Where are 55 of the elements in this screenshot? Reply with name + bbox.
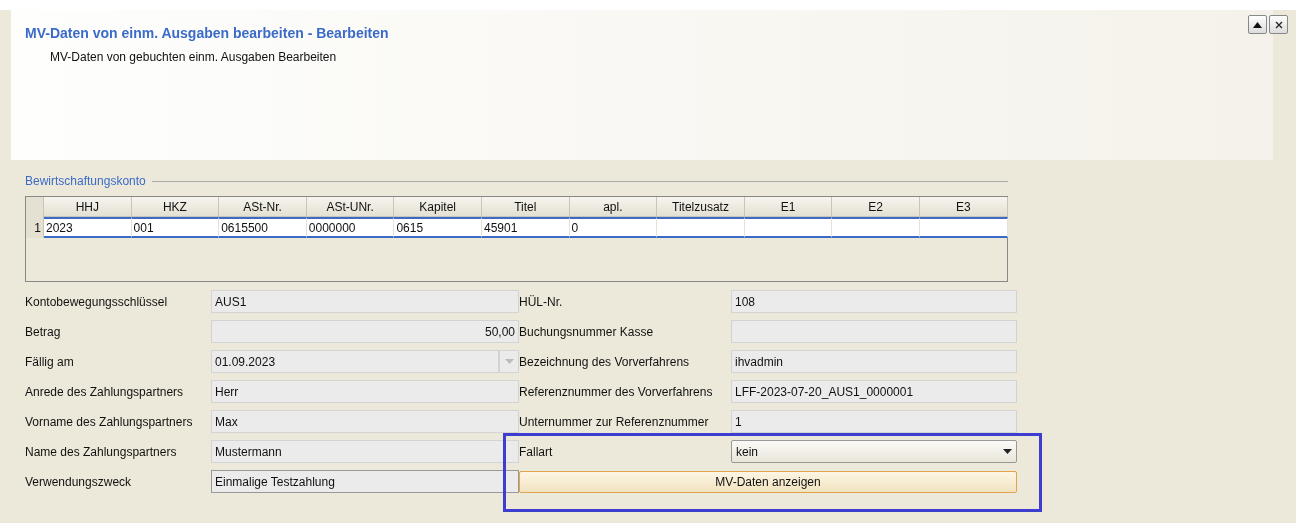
field-label: Vorname des Zahlungspartners xyxy=(25,414,194,429)
column-header[interactable]: E1 xyxy=(744,197,833,217)
table-cell: 0000000 xyxy=(306,217,395,238)
column-header[interactable]: HKZ xyxy=(131,197,220,217)
input-field[interactable]: 108 xyxy=(731,290,1017,313)
page-title: MV-Daten von einm. Ausgaben bearbeiten - Bearbeiten xyxy=(25,25,390,41)
table-cell: 0615500 xyxy=(219,217,307,238)
input-field[interactable]: AUS1 xyxy=(211,290,519,313)
date-field[interactable]: 01.09.2023 xyxy=(211,350,499,373)
up-arrow-icon xyxy=(1253,21,1262,28)
page-subtitle: MV-Daten von gebuchten einm. Ausgaben Bearbeiten xyxy=(49,50,338,64)
table-cell: 001 xyxy=(131,217,220,238)
table-cell: 0 xyxy=(569,217,658,238)
show-data-button[interactable]: MV-Daten anzeigen xyxy=(519,470,1017,493)
caret-icon xyxy=(1003,449,1012,454)
field-label: Buchungsnummer Kasse xyxy=(519,324,655,339)
column-header[interactable]: Kapitel xyxy=(394,197,482,217)
input-field[interactable]: 1 xyxy=(731,410,1017,433)
column-header[interactable]: E3 xyxy=(919,197,1008,217)
table-cell: 45901 xyxy=(481,217,570,238)
input-field[interactable]: 50,00 xyxy=(211,320,519,343)
collapse-button[interactable] xyxy=(1248,15,1267,34)
input-field[interactable]: Mustermann xyxy=(211,440,519,463)
column-header[interactable]: apl. xyxy=(569,197,658,217)
field-label: Unternummer zur Referenznummer xyxy=(519,414,710,429)
row-number: 1 xyxy=(26,217,44,238)
column-header[interactable]: ASt-UNr. xyxy=(306,197,395,217)
input-field[interactable]: Max xyxy=(211,410,519,433)
column-header[interactable]: E2 xyxy=(832,197,920,217)
close-icon xyxy=(1274,20,1283,29)
input-field[interactable]: LFF-2023-07-20_AUS1_0000001 xyxy=(731,380,1017,403)
field-label: Verwendungszweck xyxy=(25,474,133,489)
table-cell: 2023 xyxy=(44,217,132,238)
field-label: Referenznummer des Vorverfahrens xyxy=(519,384,714,399)
column-header[interactable]: Titelzusatz xyxy=(657,197,745,217)
close-button[interactable] xyxy=(1269,15,1288,34)
field-label: Kontobewegungsschlüssel xyxy=(25,294,169,309)
column-header[interactable]: HHJ xyxy=(44,197,132,217)
field-label: Name des Zahlungspartners xyxy=(25,444,178,459)
dropdown-field[interactable]: kein xyxy=(731,440,1017,463)
field-label: Betrag xyxy=(25,324,62,339)
input-field[interactable]: Einmalige Testzahlung xyxy=(211,470,519,493)
field-label: Fallart xyxy=(519,444,554,459)
table-cell: 0615 xyxy=(394,217,482,238)
input-field[interactable]: Herr xyxy=(211,380,519,403)
field-label: Bezeichnung des Vorverfahrens xyxy=(519,354,691,369)
input-field[interactable]: ihvadmin xyxy=(731,350,1017,373)
column-header[interactable]: ASt-Nr. xyxy=(219,197,307,217)
column-header[interactable]: Titel xyxy=(481,197,570,217)
field-label: Fällig am xyxy=(25,354,75,369)
caret-icon xyxy=(504,359,514,364)
field-label: Anrede des Zahlungspartners xyxy=(25,384,185,399)
field-label: HÜL-Nr. xyxy=(519,294,564,309)
section-legend: Bewirtschaftungskonto xyxy=(25,174,146,188)
input-field[interactable] xyxy=(731,320,1017,343)
